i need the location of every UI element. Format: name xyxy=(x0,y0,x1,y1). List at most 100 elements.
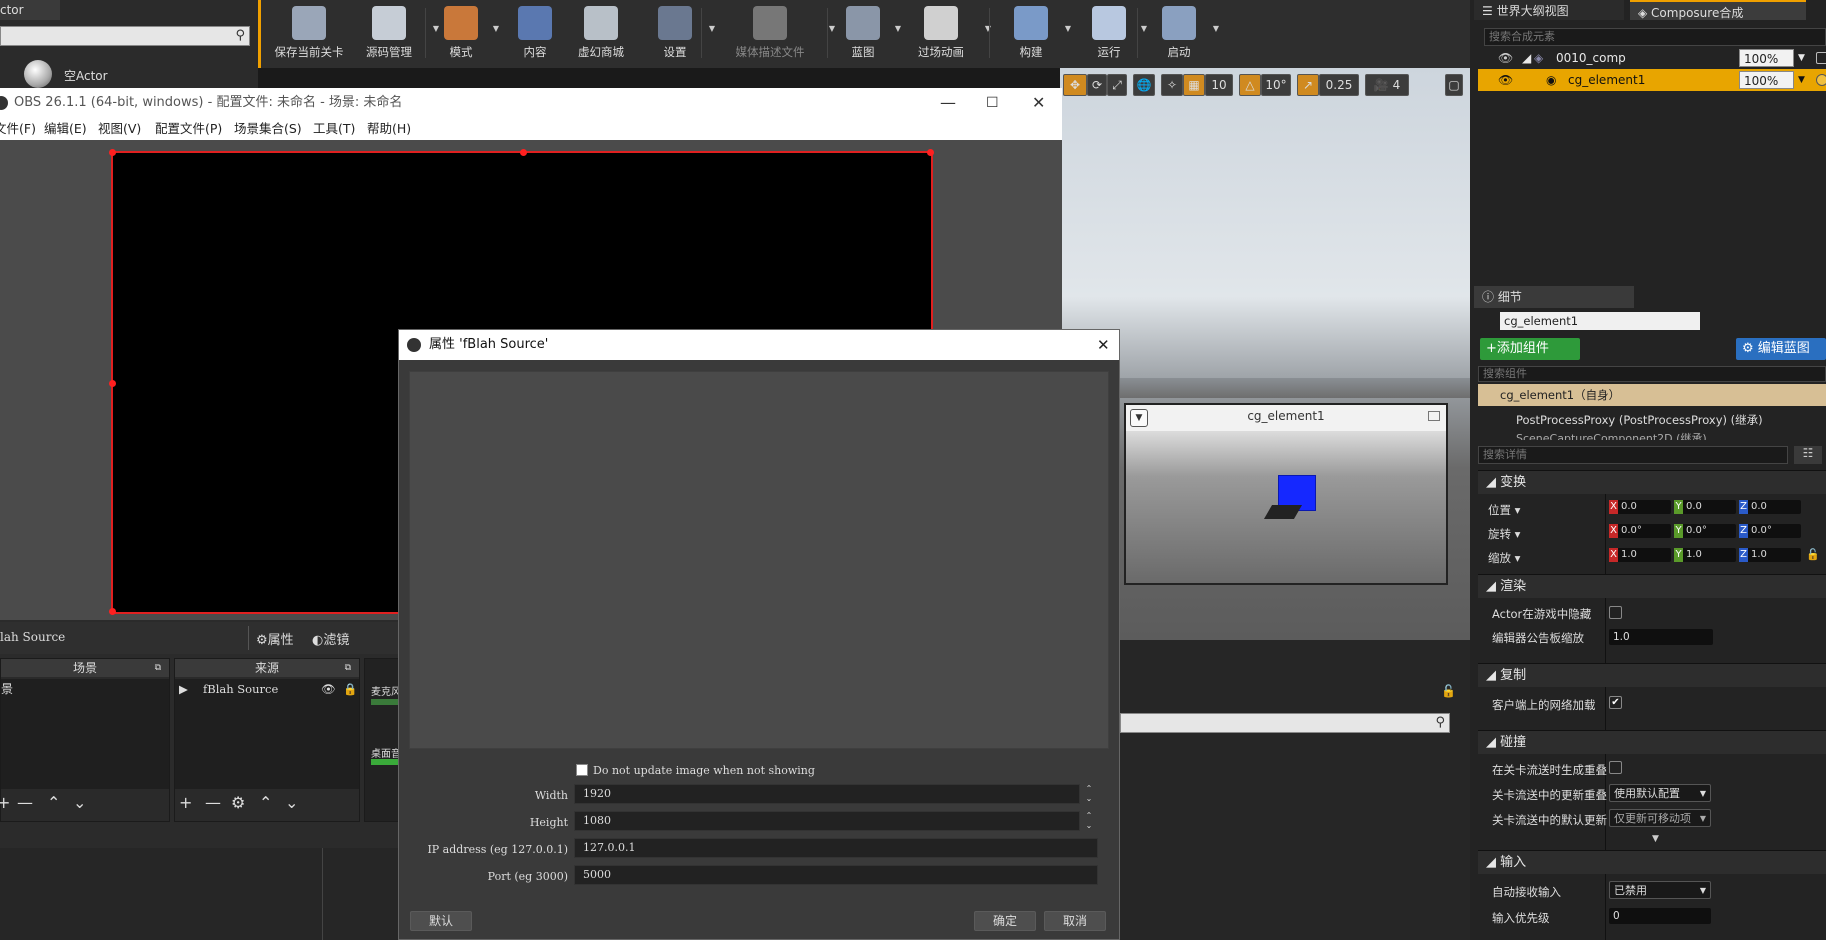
auto-input-dropdown[interactable]: 已禁用 ▼ xyxy=(1609,881,1711,899)
tab-world-outliner[interactable]: ☰ 世界大纲视图 xyxy=(1474,0,1624,20)
location-label[interactable]: 位置 ▾ xyxy=(1488,502,1520,518)
section-input[interactable]: ◢ 输入 xyxy=(1478,850,1826,874)
properties-button[interactable]: ⚙属性 xyxy=(256,629,294,648)
opacity-dropdown-icon[interactable]: ▼ xyxy=(1798,47,1805,69)
dropdown-arrow-icon[interactable]: ▼ xyxy=(1213,24,1219,33)
save-level-button[interactable]: 保存当前关卡 xyxy=(269,0,349,62)
scale-snap-value[interactable]: 0.25 xyxy=(1319,74,1359,96)
pip-dropdown-icon[interactable]: ▼ xyxy=(1130,409,1148,427)
default-update-dropdown[interactable]: 仅更新可移动项 ▼ xyxy=(1609,809,1711,827)
ok-button[interactable]: 确定 xyxy=(974,911,1036,931)
net-load-checkbox[interactable]: ✔ xyxy=(1609,696,1622,709)
opacity-dropdown-icon[interactable]: ▼ xyxy=(1798,69,1805,91)
scale-x-field[interactable]: X 1.0 xyxy=(1609,548,1671,562)
settings-button[interactable]: 设置 ▼ xyxy=(645,0,715,62)
source-item[interactable]: ▶ fBlah Source 👁 🔒 xyxy=(175,679,359,699)
scale-z-field[interactable]: Z 1.0 xyxy=(1739,548,1801,562)
eye-icon[interactable]: 👁 xyxy=(1498,47,1513,69)
media-profile-button[interactable]: 媒体描述文件 ▼ xyxy=(715,0,835,62)
source-settings-icon[interactable]: ⚙ xyxy=(231,793,245,812)
grid-snap-icon[interactable]: ▦ xyxy=(1183,74,1205,96)
dropdown-arrow-icon[interactable]: ▼ xyxy=(985,24,991,33)
expand-arrow-icon[interactable]: ◢ xyxy=(1522,47,1531,69)
add-scene-icon[interactable]: + xyxy=(0,793,10,812)
section-collision[interactable]: ◢ 碰撞 xyxy=(1478,730,1826,754)
section-render[interactable]: ◢ 渲染 xyxy=(1478,574,1826,598)
scale-lock-icon[interactable]: 🔓 xyxy=(1806,548,1820,561)
remove-scene-icon[interactable]: — xyxy=(17,793,33,812)
rotation-x-field[interactable]: X 0.0° xyxy=(1609,524,1671,538)
width-input[interactable]: 1920 xyxy=(574,784,1080,804)
resize-handle[interactable] xyxy=(109,380,116,387)
details-search-input[interactable]: 搜索详情 xyxy=(1478,446,1788,464)
maximize-viewport-icon[interactable]: ▢ xyxy=(1445,74,1463,96)
view-options-icon[interactable]: ☷ xyxy=(1794,446,1822,464)
location-x-field[interactable]: X 0.0 xyxy=(1609,500,1671,514)
menu-item-1[interactable]: 编辑(E) xyxy=(44,118,87,140)
resize-handle[interactable] xyxy=(109,608,116,615)
composure-row-cg-element1[interactable]: 👁 ◉ cg_element1 100% ▼ xyxy=(1478,69,1826,91)
scale-snap-icon[interactable]: ↗ xyxy=(1297,74,1319,96)
transform-move-icon[interactable]: ✥ xyxy=(1063,74,1087,96)
rotation-z-field[interactable]: Z 0.0° xyxy=(1739,524,1801,538)
ue-left-search-input[interactable]: ⚲ xyxy=(0,26,250,46)
edit-blueprint-button[interactable]: ⚙ 编辑蓝图 xyxy=(1736,338,1826,360)
billboard-scale-field[interactable]: 1.0 xyxy=(1609,629,1713,645)
add-source-icon[interactable]: + xyxy=(179,793,192,812)
resize-handle[interactable] xyxy=(927,149,934,156)
menu-item-4[interactable]: 场景集合(S) xyxy=(234,118,302,140)
launch-button[interactable]: 启动 ▼ xyxy=(1149,0,1219,62)
scale-icon[interactable]: ⤢ xyxy=(1107,74,1127,96)
rotation-snap-value[interactable]: 10° xyxy=(1261,74,1291,96)
rotation-snap-icon[interactable]: △ xyxy=(1239,74,1261,96)
marketplace-button[interactable]: 虚幻商城 xyxy=(565,0,637,62)
blueprints-button[interactable]: 蓝图 ▼ xyxy=(835,0,901,62)
composure-search-input[interactable]: 搜索合成元素 xyxy=(1484,28,1826,46)
element-opacity[interactable]: 100% xyxy=(1739,71,1794,89)
actor-name-field[interactable]: cg_element1 xyxy=(1500,312,1700,330)
tab-details[interactable]: ⓘ 细节 xyxy=(1474,286,1634,308)
move-down-icon[interactable]: ⌄ xyxy=(285,793,298,812)
port-input[interactable]: 5000 xyxy=(574,865,1098,885)
eye-icon[interactable]: 👁 xyxy=(1498,69,1513,91)
location-y-field[interactable]: Y 0.0 xyxy=(1674,500,1736,514)
ue-bottom-search-input[interactable]: ⚲ xyxy=(1120,713,1450,733)
pip-pin-icon[interactable] xyxy=(1428,411,1440,421)
section-replication[interactable]: ◢ 复制 xyxy=(1478,663,1826,687)
dropdown-arrow-icon[interactable]: ▼ xyxy=(1141,24,1147,33)
add-component-button[interactable]: +添加组件 xyxy=(1480,338,1580,360)
section-transform[interactable]: ◢ 变换 xyxy=(1478,470,1826,494)
move-up-icon[interactable]: ⌃ xyxy=(259,793,272,812)
scale-label[interactable]: 缩放 ▾ xyxy=(1488,550,1520,566)
ip-address-input[interactable]: 127.0.0.1 xyxy=(574,838,1098,858)
menu-item-3[interactable]: 配置文件(P) xyxy=(155,118,222,140)
dock-float-icon[interactable]: ⧉ xyxy=(345,659,351,677)
minimize-icon[interactable]: — xyxy=(940,88,956,118)
dropdown-arrow-icon[interactable]: ▼ xyxy=(493,24,499,33)
cinematics-button[interactable]: 过场动画 ▼ xyxy=(901,0,991,62)
move-down-icon[interactable]: ⌄ xyxy=(73,793,86,812)
play-button[interactable]: 运行 ▼ xyxy=(1081,0,1147,62)
source-control-button[interactable]: 源码管理 ▼ xyxy=(349,0,439,62)
maximize-icon[interactable]: ☐ xyxy=(986,88,999,118)
composure-row-0010[interactable]: 👁 ◢ ◈ 0010_comp 100% ▼ xyxy=(1478,47,1826,69)
component-search-input[interactable]: 搜索组件 xyxy=(1478,366,1826,382)
input-priority-field[interactable]: 0 xyxy=(1609,908,1711,924)
close-icon[interactable]: ✕ xyxy=(1032,88,1045,118)
remove-source-icon[interactable]: — xyxy=(205,793,221,812)
location-z-field[interactable]: Z 0.0 xyxy=(1739,500,1801,514)
menu-item-2[interactable]: 视图(V) xyxy=(98,118,141,140)
build-button[interactable]: 构建 ▼ xyxy=(1001,0,1071,62)
content-button[interactable]: 内容 xyxy=(507,0,563,62)
filters-button[interactable]: ◐滤镜 xyxy=(312,629,349,648)
update-overlap-dropdown[interactable]: 使用默认配置 ▼ xyxy=(1609,784,1711,802)
scale-y-field[interactable]: Y 1.0 xyxy=(1674,548,1736,562)
rotate-icon[interactable]: ⟳ xyxy=(1087,74,1107,96)
hidden-in-game-checkbox[interactable] xyxy=(1609,606,1622,619)
component-self-row[interactable]: cg_element1（自身） xyxy=(1478,384,1826,406)
resize-handle[interactable] xyxy=(109,149,116,156)
width-spinner[interactable]: ⌃ ⌄ xyxy=(1082,784,1096,804)
world-local-icon[interactable]: 🌐 xyxy=(1133,74,1155,96)
close-icon[interactable]: ✕ xyxy=(1097,330,1110,360)
grid-snap-value[interactable]: 10 xyxy=(1205,74,1233,96)
